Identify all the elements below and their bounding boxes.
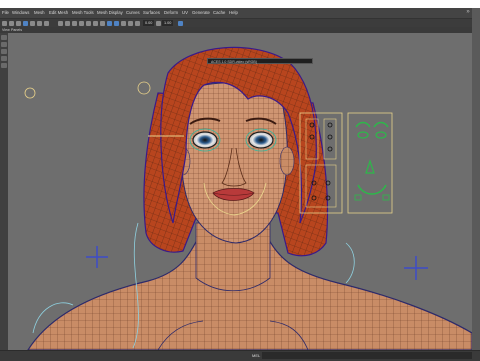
lights-icon[interactable] — [128, 20, 133, 26]
face-gui-panel[interactable] — [347, 112, 393, 214]
face-mesh — [180, 82, 288, 244]
bookmark-icon[interactable] — [72, 20, 77, 26]
shadows-icon[interactable] — [135, 20, 140, 26]
rotate-tool-icon[interactable] — [1, 49, 7, 54]
viewport-3d[interactable]: ACES 1.0 SDR-video (sRGB) — [8, 33, 472, 350]
camera-icon[interactable] — [58, 20, 63, 26]
menu-mesh-tools[interactable]: Mesh Tools — [72, 9, 94, 17]
select-tool-icon[interactable] — [1, 35, 7, 40]
snap-view-icon[interactable] — [44, 20, 49, 26]
gamma-field[interactable]: 1.00 — [162, 20, 174, 26]
wireframe-icon[interactable] — [107, 20, 112, 26]
menu-mesh-display[interactable]: Mesh Display — [97, 9, 123, 17]
image-plane-icon[interactable] — [79, 20, 84, 26]
menu-curves[interactable]: Curves — [126, 9, 140, 17]
resolution-gate-icon[interactable] — [100, 20, 105, 26]
grid-icon[interactable] — [86, 20, 91, 26]
main-menu-bar: File Windows Mesh Edit Mesh Mesh Tools M… — [0, 8, 472, 18]
mel-label[interactable]: MEL — [252, 352, 260, 359]
color-space-readout: ACES 1.0 SDR-video (sRGB) — [207, 58, 313, 64]
command-line-bar: MEL — [0, 350, 480, 361]
snap-grid-icon[interactable] — [23, 20, 28, 26]
left-cross-control[interactable] — [86, 246, 108, 268]
right-side-strip — [472, 8, 480, 350]
menu-mesh[interactable]: Mesh — [34, 9, 45, 17]
small-control-circle[interactable] — [24, 87, 36, 99]
paint-select-icon[interactable] — [16, 20, 21, 26]
status-toolbar: 0.00 1.00 — [0, 18, 472, 27]
left-eye — [189, 128, 221, 152]
menu-file[interactable]: File — [2, 9, 9, 17]
right-eye — [245, 128, 277, 152]
viewport-scene — [24, 46, 472, 350]
textured-icon[interactable] — [121, 20, 126, 26]
select-mode-icon[interactable] — [2, 20, 7, 26]
color-management-icon[interactable] — [178, 20, 183, 26]
snap-point-icon[interactable] — [37, 20, 42, 26]
right-ear-mesh — [279, 146, 295, 176]
last-tool-icon[interactable] — [1, 63, 7, 68]
camera-attr-icon[interactable] — [65, 20, 70, 26]
head-control-circle[interactable] — [137, 81, 151, 95]
gamma-icon[interactable] — [156, 20, 161, 26]
maya-window: File Windows Mesh Edit Mesh Mesh Tools M… — [0, 0, 480, 361]
menu-deform[interactable]: Deform — [164, 9, 178, 17]
chevron-icon[interactable]: » — [464, 8, 472, 16]
smooth-shade-icon[interactable] — [114, 20, 119, 26]
menu-help[interactable]: Help — [229, 9, 238, 17]
menu-windows[interactable]: Windows — [12, 9, 29, 17]
menu-surfaces[interactable]: Surfaces — [143, 9, 160, 17]
move-tool-icon[interactable] — [1, 42, 7, 47]
lasso-icon[interactable] — [9, 20, 14, 26]
scale-tool-icon[interactable] — [1, 56, 7, 61]
toolbox — [0, 33, 8, 350]
shoulder-control-curve-right[interactable] — [345, 242, 355, 284]
menu-cache[interactable]: Cache — [213, 9, 225, 17]
film-gate-icon[interactable] — [93, 20, 98, 26]
command-input[interactable] — [262, 352, 472, 359]
menu-uv[interactable]: UV — [182, 9, 188, 17]
right-cross-control[interactable] — [404, 256, 428, 280]
snap-curve-icon[interactable] — [30, 20, 35, 26]
menu-generate[interactable]: Generate — [192, 9, 210, 17]
exposure-field[interactable]: 0.00 — [143, 20, 155, 26]
menu-edit-mesh[interactable]: Edit Mesh — [49, 9, 68, 17]
